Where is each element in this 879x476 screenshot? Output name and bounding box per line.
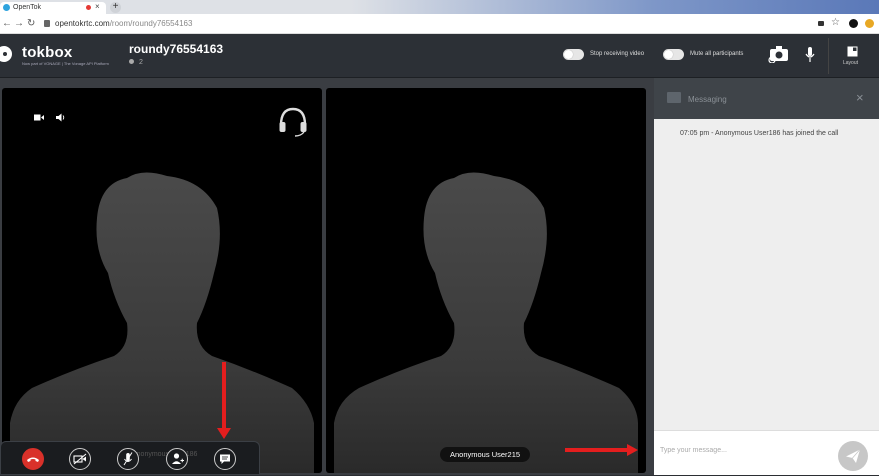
message-input[interactable] [660, 441, 832, 459]
back-arrow-icon[interactable]: ← [2, 18, 12, 29]
add-person-icon [172, 453, 184, 464]
annotation-arrow-right [565, 448, 629, 452]
speaker-volume-icon[interactable] [56, 113, 66, 124]
profile-avatar-icon[interactable] [865, 19, 874, 28]
url-field[interactable]: opentokrtc.com/room/roundy76554163 [55, 19, 192, 28]
browser-tab[interactable]: OpenTok × [0, 2, 106, 14]
participant-name-label: Anonymous User215 [440, 447, 531, 462]
video-tile-remote[interactable]: Anonymous User215 [326, 88, 646, 473]
participant-count: 2 [129, 59, 143, 66]
recording-indicator-icon [86, 5, 91, 10]
app-header [0, 34, 879, 78]
logo-text: tokbox [22, 44, 73, 61]
forward-arrow-icon[interactable]: → [14, 18, 24, 29]
logo-subtitle: Now part of VONAGE | The Vonage API Plat… [22, 61, 109, 66]
screenshot-camera-icon[interactable] [768, 45, 790, 68]
reload-icon[interactable]: ↻ [27, 18, 35, 29]
toggle-chat-button[interactable] [214, 448, 236, 470]
bookmark-star-icon[interactable]: ☆ [831, 17, 840, 28]
toggle-video-button[interactable] [69, 448, 91, 470]
camera-permission-icon[interactable] [818, 21, 824, 26]
video-tile-local[interactable] [2, 88, 322, 473]
stop-receiving-video-toggle[interactable] [563, 49, 584, 60]
extension-icon[interactable] [849, 19, 858, 28]
address-bar-row: ← → ↻ opentokrtc.com/room/roundy76554163… [0, 14, 879, 34]
chat-icon [667, 92, 681, 103]
mute-all-participants-toggle[interactable] [663, 49, 684, 60]
layout-label: Layout [843, 60, 859, 66]
send-paper-plane-icon [846, 449, 861, 463]
chat-bubble-icon [220, 454, 230, 464]
message-composer [654, 430, 879, 475]
headset-icon [277, 105, 309, 139]
send-message-button[interactable] [838, 441, 868, 471]
header-divider [828, 38, 829, 74]
tab-title: OpenTok [13, 4, 42, 11]
add-participant-button[interactable] [166, 448, 188, 470]
annotation-arrow-down-head [217, 428, 231, 439]
toggle-mic-button[interactable] [117, 448, 139, 470]
chat-message: 07:05 pm - Anonymous User186 has joined … [680, 130, 839, 137]
messaging-panel: Messaging × 07:05 pm - Anonymous User186… [654, 78, 879, 475]
messaging-close-button[interactable]: × [856, 90, 864, 105]
video-off-icon [73, 453, 87, 465]
lock-icon [44, 20, 50, 27]
mic-off-icon [123, 452, 133, 466]
tab-close-button[interactable]: × [95, 2, 100, 11]
avatar-silhouette-icon [334, 172, 638, 473]
messaging-header: Messaging × [654, 78, 879, 119]
video-camera-icon[interactable] [34, 114, 44, 123]
opentok-favicon-icon [3, 4, 10, 11]
stop-receiving-video-label: Stop receiving video [590, 51, 645, 57]
annotation-arrow-down [222, 362, 226, 432]
end-call-button[interactable] [22, 448, 44, 470]
microphone-icon[interactable] [805, 47, 815, 68]
new-tab-button[interactable]: + [110, 2, 121, 13]
mute-all-participants-label: Mute all participants [690, 51, 744, 57]
messaging-title: Messaging [688, 95, 727, 104]
avatar-silhouette-icon [10, 172, 314, 473]
person-icon [129, 59, 134, 64]
room-title: roundy76554163 [129, 42, 224, 56]
annotation-arrow-right-head [627, 444, 638, 456]
window-titlebar [125, 0, 879, 14]
hang-up-phone-icon [27, 457, 39, 462]
